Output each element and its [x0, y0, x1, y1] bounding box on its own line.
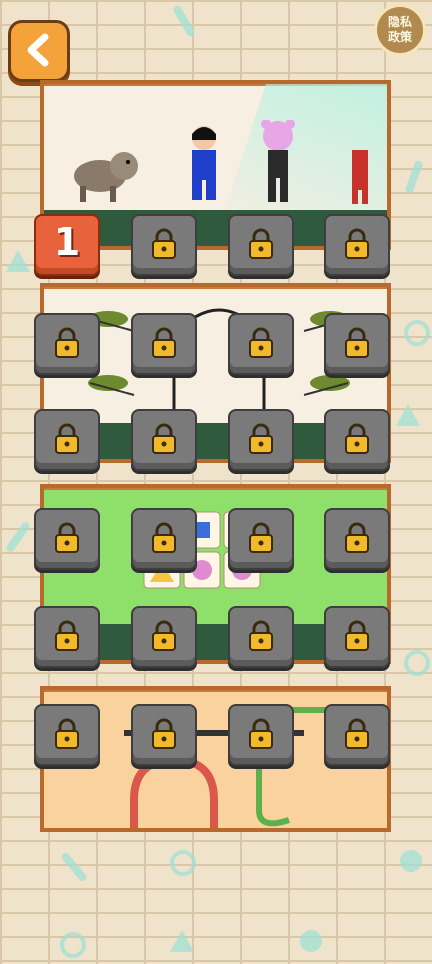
lock-icon	[152, 718, 176, 749]
locked-level-button[interactable]	[324, 409, 390, 471]
lock-icon	[345, 423, 369, 454]
lock-icon	[249, 522, 273, 553]
locked-level-button[interactable]	[131, 313, 197, 375]
lock-icon	[249, 620, 273, 651]
privacy-label-line1: 隐私	[387, 15, 412, 29]
locked-level-button[interactable]	[34, 508, 100, 570]
locked-level-button[interactable]	[34, 606, 100, 668]
locked-level-button[interactable]	[324, 606, 390, 668]
lock-icon	[152, 620, 176, 651]
confetti-triangle	[170, 930, 194, 952]
pink-bear-character	[261, 120, 295, 202]
level-number: 1	[53, 220, 81, 264]
confetti-triangle	[6, 250, 30, 272]
locked-level-button[interactable]	[131, 409, 197, 471]
confetti-bar	[404, 159, 424, 195]
lock-icon	[345, 718, 369, 749]
chevron-left-icon	[27, 33, 49, 67]
locked-level-button[interactable]	[131, 508, 197, 570]
locked-level-button[interactable]	[228, 508, 294, 570]
lock-icon	[249, 423, 273, 454]
locked-level-button[interactable]	[34, 409, 100, 471]
confetti-ring	[60, 932, 86, 958]
red-figure-character	[352, 150, 368, 204]
locked-level-button[interactable]	[228, 409, 294, 471]
locked-level-button[interactable]	[34, 313, 100, 375]
lock-icon	[345, 522, 369, 553]
privacy-policy-button[interactable]: 隐私 政策	[374, 4, 426, 56]
locked-level-button[interactable]	[131, 606, 197, 668]
confetti-bar	[60, 851, 88, 883]
lock-icon	[55, 327, 79, 358]
confetti-dot	[300, 930, 322, 952]
lock-icon	[152, 228, 176, 259]
lock-icon	[152, 327, 176, 358]
locked-level-button[interactable]	[228, 214, 294, 276]
lock-icon	[152, 423, 176, 454]
locked-level-button[interactable]	[34, 704, 100, 766]
level-button-1[interactable]: 1	[34, 214, 100, 276]
confetti-ring	[404, 320, 430, 346]
locked-level-button[interactable]	[131, 704, 197, 766]
lock-icon	[249, 718, 273, 749]
lock-icon	[249, 327, 273, 358]
confetti-ring	[404, 650, 430, 676]
confetti-dot	[400, 850, 422, 872]
panel-rail	[44, 488, 387, 490]
dog-character	[74, 152, 138, 202]
lock-icon	[345, 620, 369, 651]
locked-level-button[interactable]	[131, 214, 197, 276]
confetti-bar	[172, 4, 196, 38]
locked-level-button[interactable]	[324, 214, 390, 276]
locked-level-button[interactable]	[324, 704, 390, 766]
lock-icon	[55, 522, 79, 553]
locked-level-button[interactable]	[324, 508, 390, 570]
lock-icon	[152, 522, 176, 553]
locked-level-button[interactable]	[228, 704, 294, 766]
lock-icon	[249, 228, 273, 259]
confetti-bar	[4, 520, 32, 554]
confetti-triangle	[396, 404, 420, 426]
confetti-ring	[170, 850, 196, 876]
lock-icon	[55, 718, 79, 749]
panel-rail	[44, 287, 387, 289]
privacy-label-line2: 政策	[387, 30, 412, 44]
lock-icon	[55, 423, 79, 454]
back-button[interactable]	[8, 20, 70, 82]
locked-level-button[interactable]	[228, 313, 294, 375]
locked-level-button[interactable]	[228, 606, 294, 668]
lock-icon	[55, 620, 79, 651]
lock-icon	[345, 327, 369, 358]
lock-icon	[345, 228, 369, 259]
locked-level-button[interactable]	[324, 313, 390, 375]
boy-character	[192, 126, 216, 200]
